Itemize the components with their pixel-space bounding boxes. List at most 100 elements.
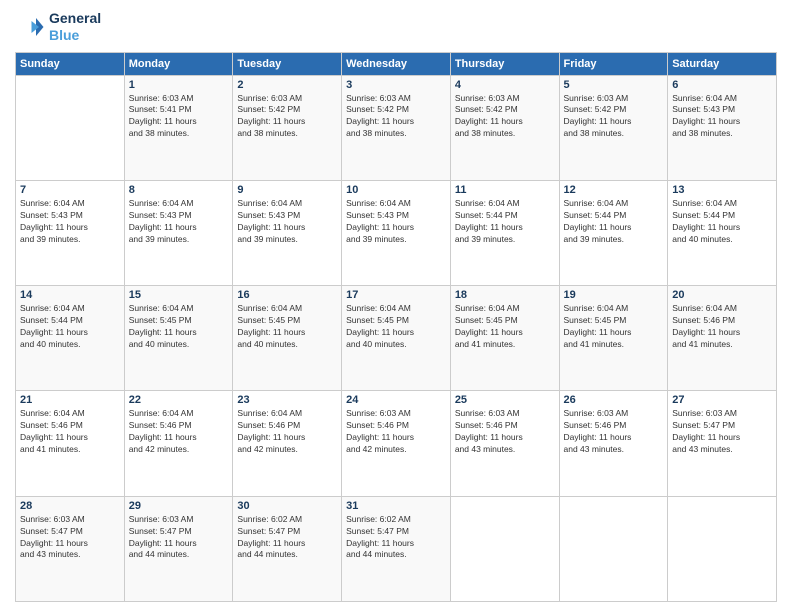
day-info: Sunrise: 6:03 AM Sunset: 5:42 PM Dayligh… — [455, 93, 555, 141]
calendar-cell: 26 Sunrise: 6:03 AM Sunset: 5:46 PM Dayli… — [559, 391, 668, 496]
calendar-cell: 21Sunrise: 6:04 AM Sunset: 5:46 PM Dayli… — [16, 391, 125, 496]
day-info: Sunrise: 6:03 AM Sunset: 5:42 PM Dayligh… — [564, 93, 664, 141]
day-info: Sunrise: 6:03 AM Sunset: 5:46 PM Dayligh… — [455, 408, 555, 456]
day-info: Sunrise: 6:04 AM Sunset: 5:46 PM Dayligh… — [129, 408, 229, 456]
calendar-cell: 3 Sunrise: 6:03 AM Sunset: 5:42 PM Daylig… — [342, 75, 451, 180]
calendar-cell: 27Sunrise: 6:03 AM Sunset: 5:47 PM Dayli… — [668, 391, 777, 496]
day-number: 24 — [346, 394, 446, 406]
day-info: Sunrise: 6:02 AM Sunset: 5:47 PM Dayligh… — [346, 514, 446, 562]
logo: General Blue — [15, 10, 101, 44]
calendar-cell: 28 Sunrise: 6:03 AM Sunset: 5:47 PM Dayli… — [16, 496, 125, 601]
day-info: Sunrise: 6:03 AM Sunset: 5:47 PM Dayligh… — [129, 514, 229, 562]
calendar-cell: 16 Sunrise: 6:04 AM Sunset: 5:45 PM Dayli… — [233, 286, 342, 391]
week-row-4: 21Sunrise: 6:04 AM Sunset: 5:46 PM Dayli… — [16, 391, 777, 496]
header: General Blue — [15, 10, 777, 44]
week-row-2: 7 Sunrise: 6:04 AM Sunset: 5:43 PM Daylig… — [16, 180, 777, 285]
day-number: 28 — [20, 500, 120, 512]
calendar-cell: 20Sunrise: 6:04 AM Sunset: 5:46 PM Dayli… — [668, 286, 777, 391]
weekday-header-friday: Friday — [559, 52, 668, 75]
day-info: Sunrise: 6:03 AM Sunset: 5:42 PM Dayligh… — [346, 93, 446, 141]
day-number: 4 — [455, 79, 555, 91]
calendar-cell: 31Sunrise: 6:02 AM Sunset: 5:47 PM Dayli… — [342, 496, 451, 601]
day-number: 26 — [564, 394, 664, 406]
logo-text: General Blue — [49, 10, 101, 44]
calendar-cell: 17 Sunrise: 6:04 AM Sunset: 5:45 PM Dayli… — [342, 286, 451, 391]
day-info: Sunrise: 6:03 AM Sunset: 5:46 PM Dayligh… — [346, 408, 446, 456]
calendar-cell: 25 Sunrise: 6:03 AM Sunset: 5:46 PM Dayli… — [450, 391, 559, 496]
day-number: 9 — [237, 184, 337, 196]
day-number: 3 — [346, 79, 446, 91]
day-info: Sunrise: 6:03 AM Sunset: 5:47 PM Dayligh… — [20, 514, 120, 562]
week-row-5: 28 Sunrise: 6:03 AM Sunset: 5:47 PM Dayli… — [16, 496, 777, 601]
day-number: 14 — [20, 289, 120, 301]
calendar-cell: 4 Sunrise: 6:03 AM Sunset: 5:42 PM Daylig… — [450, 75, 559, 180]
calendar-cell: 22 Sunrise: 6:04 AM Sunset: 5:46 PM Dayli… — [124, 391, 233, 496]
day-number: 6 — [672, 79, 772, 91]
day-number: 5 — [564, 79, 664, 91]
day-info: Sunrise: 6:04 AM Sunset: 5:43 PM Dayligh… — [20, 198, 120, 246]
day-info: Sunrise: 6:02 AM Sunset: 5:47 PM Dayligh… — [237, 514, 337, 562]
weekday-header-tuesday: Tuesday — [233, 52, 342, 75]
day-info: Sunrise: 6:04 AM Sunset: 5:43 PM Dayligh… — [129, 198, 229, 246]
calendar: SundayMondayTuesdayWednesdayThursdayFrid… — [15, 52, 777, 602]
calendar-cell: 1Sunrise: 6:03 AM Sunset: 5:41 PM Daylig… — [124, 75, 233, 180]
calendar-cell: 18Sunrise: 6:04 AM Sunset: 5:45 PM Dayli… — [450, 286, 559, 391]
day-info: Sunrise: 6:04 AM Sunset: 5:44 PM Dayligh… — [672, 198, 772, 246]
day-info: Sunrise: 6:04 AM Sunset: 5:43 PM Dayligh… — [237, 198, 337, 246]
day-info: Sunrise: 6:04 AM Sunset: 5:45 PM Dayligh… — [237, 303, 337, 351]
calendar-cell: 24 Sunrise: 6:03 AM Sunset: 5:46 PM Dayli… — [342, 391, 451, 496]
day-number: 11 — [455, 184, 555, 196]
calendar-cell: 13Sunrise: 6:04 AM Sunset: 5:44 PM Dayli… — [668, 180, 777, 285]
day-info: Sunrise: 6:04 AM Sunset: 5:44 PM Dayligh… — [455, 198, 555, 246]
weekday-header-thursday: Thursday — [450, 52, 559, 75]
day-number: 10 — [346, 184, 446, 196]
day-number: 30 — [237, 500, 337, 512]
calendar-cell: 29 Sunrise: 6:03 AM Sunset: 5:47 PM Dayli… — [124, 496, 233, 601]
day-number: 22 — [129, 394, 229, 406]
day-number: 25 — [455, 394, 555, 406]
day-number: 20 — [672, 289, 772, 301]
week-row-3: 14Sunrise: 6:04 AM Sunset: 5:44 PM Dayli… — [16, 286, 777, 391]
day-info: Sunrise: 6:04 AM Sunset: 5:45 PM Dayligh… — [129, 303, 229, 351]
week-row-1: 1Sunrise: 6:03 AM Sunset: 5:41 PM Daylig… — [16, 75, 777, 180]
logo-icon — [15, 12, 45, 42]
page: General Blue SundayMondayTuesdayWednesda… — [0, 0, 792, 612]
day-info: Sunrise: 6:03 AM Sunset: 5:41 PM Dayligh… — [129, 93, 229, 141]
calendar-cell: 12Sunrise: 6:04 AM Sunset: 5:44 PM Dayli… — [559, 180, 668, 285]
day-info: Sunrise: 6:03 AM Sunset: 5:42 PM Dayligh… — [237, 93, 337, 141]
weekday-header-sunday: Sunday — [16, 52, 125, 75]
day-number: 18 — [455, 289, 555, 301]
calendar-cell: 6 Sunrise: 6:04 AM Sunset: 5:43 PM Daylig… — [668, 75, 777, 180]
day-number: 23 — [237, 394, 337, 406]
day-info: Sunrise: 6:04 AM Sunset: 5:45 PM Dayligh… — [346, 303, 446, 351]
calendar-cell: 14Sunrise: 6:04 AM Sunset: 5:44 PM Dayli… — [16, 286, 125, 391]
day-number: 7 — [20, 184, 120, 196]
calendar-cell: 5 Sunrise: 6:03 AM Sunset: 5:42 PM Daylig… — [559, 75, 668, 180]
day-info: Sunrise: 6:04 AM Sunset: 5:46 PM Dayligh… — [20, 408, 120, 456]
day-number: 2 — [237, 79, 337, 91]
day-info: Sunrise: 6:03 AM Sunset: 5:47 PM Dayligh… — [672, 408, 772, 456]
day-info: Sunrise: 6:04 AM Sunset: 5:43 PM Dayligh… — [672, 93, 772, 141]
calendar-cell — [668, 496, 777, 601]
calendar-cell: 2 Sunrise: 6:03 AM Sunset: 5:42 PM Daylig… — [233, 75, 342, 180]
calendar-cell: 11 Sunrise: 6:04 AM Sunset: 5:44 PM Dayli… — [450, 180, 559, 285]
calendar-cell: 19 Sunrise: 6:04 AM Sunset: 5:45 PM Dayli… — [559, 286, 668, 391]
day-number: 29 — [129, 500, 229, 512]
calendar-cell — [16, 75, 125, 180]
weekday-header-row: SundayMondayTuesdayWednesdayThursdayFrid… — [16, 52, 777, 75]
day-info: Sunrise: 6:04 AM Sunset: 5:45 PM Dayligh… — [564, 303, 664, 351]
day-number: 19 — [564, 289, 664, 301]
calendar-cell: 10Sunrise: 6:04 AM Sunset: 5:43 PM Dayli… — [342, 180, 451, 285]
day-info: Sunrise: 6:04 AM Sunset: 5:46 PM Dayligh… — [237, 408, 337, 456]
calendar-cell: 15Sunrise: 6:04 AM Sunset: 5:45 PM Dayli… — [124, 286, 233, 391]
calendar-cell — [559, 496, 668, 601]
day-number: 16 — [237, 289, 337, 301]
day-number: 8 — [129, 184, 229, 196]
calendar-cell: 7 Sunrise: 6:04 AM Sunset: 5:43 PM Daylig… — [16, 180, 125, 285]
day-info: Sunrise: 6:04 AM Sunset: 5:44 PM Dayligh… — [564, 198, 664, 246]
day-number: 17 — [346, 289, 446, 301]
day-info: Sunrise: 6:03 AM Sunset: 5:46 PM Dayligh… — [564, 408, 664, 456]
weekday-header-saturday: Saturday — [668, 52, 777, 75]
calendar-cell: 8 Sunrise: 6:04 AM Sunset: 5:43 PM Daylig… — [124, 180, 233, 285]
calendar-cell: 9 Sunrise: 6:04 AM Sunset: 5:43 PM Daylig… — [233, 180, 342, 285]
